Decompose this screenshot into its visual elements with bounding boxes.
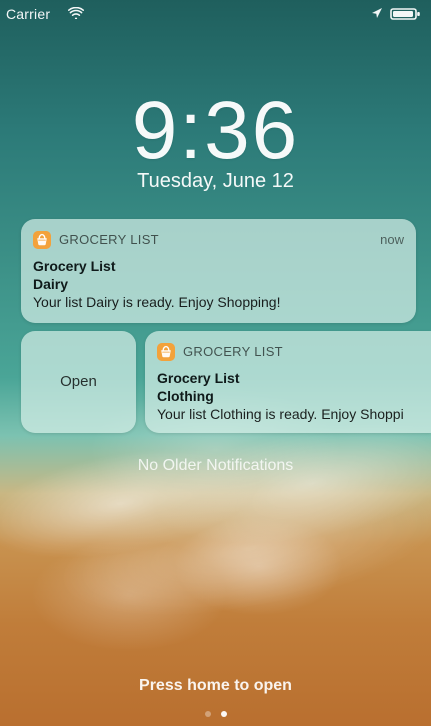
page-dot-inactive [205, 711, 211, 717]
grocery-app-icon [157, 343, 175, 361]
notification-header: GROCERY LIST [157, 343, 431, 363]
notification-subtitle: Dairy [33, 276, 69, 292]
carrier-label: Carrier [6, 6, 51, 22]
notification-body: Your list Dairy is ready. Enjoy Shopping… [33, 294, 281, 310]
notification-subtitle: Clothing [157, 388, 214, 404]
notification-body: Your list Clothing is ready. Enjoy Shopp… [157, 406, 404, 422]
page-dot-active [221, 711, 227, 717]
grocery-app-icon [33, 231, 51, 249]
notification-header: GROCERY LIST now [33, 231, 404, 251]
open-label: Open [60, 373, 97, 390]
status-bar: Carrier [0, 0, 431, 28]
lock-time: 9:36 [131, 85, 300, 176]
notification-open-action[interactable]: Open [21, 331, 136, 433]
notification-card-dairy[interactable]: GROCERY LIST now Grocery List Dairy Your… [21, 219, 416, 323]
location-icon [372, 8, 382, 18]
lock-date: Tuesday, June 12 [137, 170, 294, 192]
app-name: GROCERY LIST [183, 344, 283, 359]
notification-card-clothing[interactable]: GROCERY LIST Grocery List Clothing Your … [145, 331, 431, 433]
press-home-hint: Press home to open [139, 677, 292, 694]
no-older-notifications: No Older Notifications [137, 457, 294, 474]
notification-time: now [380, 232, 404, 247]
page-indicator [205, 711, 231, 719]
wifi-icon [68, 7, 84, 19]
notification-title: Grocery List [157, 370, 240, 386]
notification-title: Grocery List [33, 258, 116, 274]
battery-icon [390, 8, 420, 20]
app-name: GROCERY LIST [59, 232, 159, 247]
